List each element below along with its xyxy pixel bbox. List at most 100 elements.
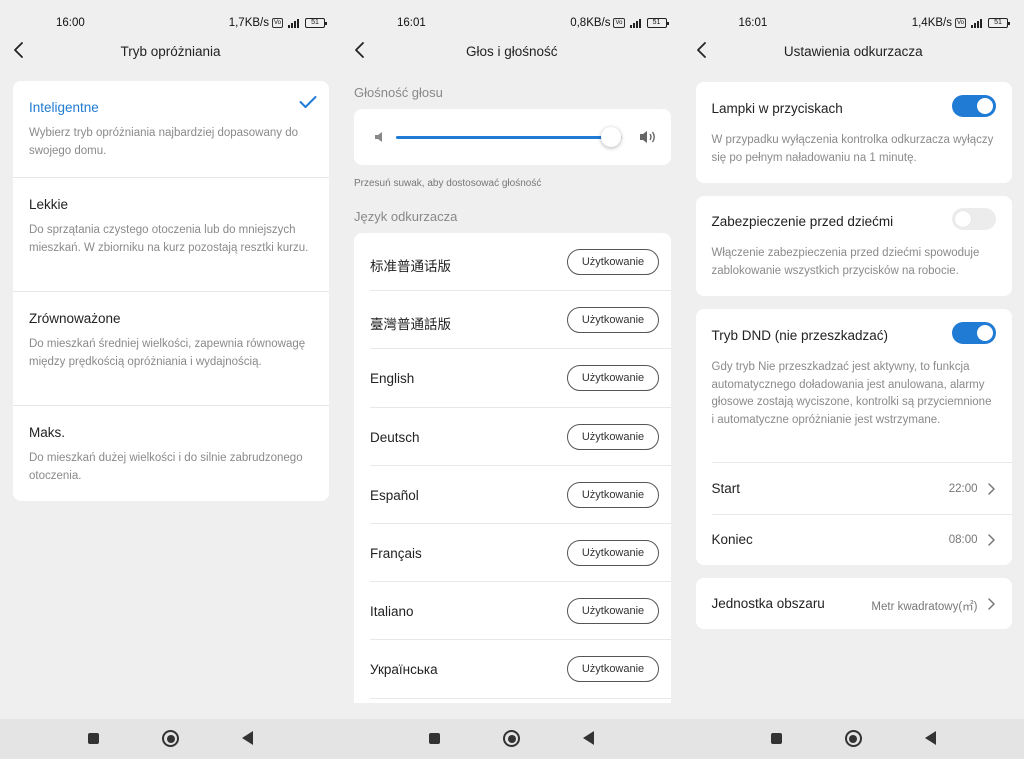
- recents-icon[interactable]: [429, 733, 440, 744]
- language-name: Українська: [370, 662, 438, 678]
- option-label: Maks.: [29, 425, 66, 440]
- volte-icon: Vo: [271, 18, 283, 28]
- area-unit-value: Metr kwadratowy(㎡): [871, 601, 978, 613]
- signal-icon: [971, 18, 982, 28]
- screen-vacuum-settings: 16:01 1,4KB/s Vo 51 Ustawienia odkurzacz…: [682, 0, 1024, 759]
- language-name: Español: [370, 487, 419, 503]
- status-time: 16:01: [738, 17, 768, 29]
- recents-icon[interactable]: [770, 733, 782, 744]
- system-nav-bar: [682, 719, 1024, 759]
- use-language-button[interactable]: Użytkowanie: [567, 307, 659, 334]
- volume-high-icon: [640, 131, 655, 143]
- chevron-right-icon: [987, 483, 995, 495]
- home-icon[interactable]: [844, 730, 862, 747]
- recents-icon[interactable]: [88, 733, 99, 744]
- status-time: 16:00: [56, 17, 85, 29]
- page-title: Tryb opróżniania: [120, 44, 221, 59]
- area-unit-label: Jednostka obszaru: [711, 596, 825, 611]
- volume-slider-fill: [396, 136, 611, 139]
- option-zrownowazone[interactable]: Zrównoważone Do mieszkań średniej wielko…: [13, 291, 329, 405]
- language-list: 标准普通话版 Użytkowanie 臺灣普通話版 Użytkowanie Engl…: [354, 233, 671, 703]
- use-language-button[interactable]: Użytkowanie: [567, 656, 659, 683]
- child-lock-title: Zabezpieczenie przed dziećmi: [711, 214, 894, 229]
- dnd-start-label: Start: [711, 481, 741, 496]
- option-label: Inteligentne: [29, 100, 99, 115]
- volte-icon: Vo: [954, 18, 966, 28]
- option-inteligentne[interactable]: Inteligentne Wybierz tryb opróżniania na…: [13, 81, 329, 177]
- dnd-toggle[interactable]: [951, 322, 996, 344]
- child-lock-toggle[interactable]: [951, 208, 996, 230]
- header: Głos i głośność: [341, 32, 683, 70]
- language-name: 标准普通话版: [370, 259, 451, 274]
- network-speed: 1,7KB/s: [228, 17, 269, 29]
- button-lights-card: Lampki w przyciskach W przypadku wyłącze…: [695, 82, 1012, 183]
- network-speed: 1,4KB/s: [911, 17, 952, 29]
- option-lekkie[interactable]: Lekkie Do sprzątania czystego otoczenia …: [13, 177, 329, 291]
- use-language-button[interactable]: Użytkowanie: [567, 423, 659, 450]
- language-row: Deutsch Użytkowanie: [370, 408, 671, 466]
- option-label: Lekkie: [29, 197, 69, 212]
- child-lock-card: Zabezpieczenie przed dziećmi Włączenie z…: [695, 196, 1012, 296]
- system-nav-bar: [0, 719, 341, 759]
- battery-icon: 51: [646, 18, 669, 28]
- dnd-start-row[interactable]: Start 22:00: [696, 463, 1012, 514]
- status-time: 16:01: [397, 17, 426, 29]
- chevron-right-icon: [987, 598, 995, 610]
- system-back-icon[interactable]: [242, 731, 253, 745]
- use-language-button[interactable]: Użytkowanie: [567, 598, 659, 625]
- volume-low-icon: [375, 132, 382, 142]
- toggle-knob: [954, 211, 971, 227]
- dnd-card: Tryb DND (nie przeszkadzać) Gdy tryb Nie…: [695, 309, 1012, 565]
- option-description: Do mieszkań dużej wielkości i do silnie …: [29, 452, 303, 482]
- use-language-button[interactable]: Użytkowanie: [567, 481, 659, 508]
- button-lights-title: Lampki w przyciskach: [711, 101, 843, 116]
- toggle-knob: [976, 325, 993, 341]
- language-row: Français Użytkowanie: [370, 524, 671, 583]
- dnd-end-value: 08:00: [948, 534, 978, 546]
- volte-icon: Vo: [613, 18, 625, 28]
- header: Ustawienia odkurzacza: [683, 32, 1024, 70]
- page-title: Ustawienia odkurzacza: [783, 44, 923, 59]
- language-row: Italiano Użytkowanie: [370, 582, 671, 641]
- dnd-title: Tryb DND (nie przeszkadzać): [711, 328, 889, 343]
- volume-section-label: Głośność głosu: [354, 85, 443, 100]
- child-lock-description: Włączenie zabezpieczenia przed dziećmi s…: [711, 247, 980, 277]
- chevron-right-icon: [987, 534, 995, 546]
- header: Tryb opróżniania: [0, 32, 341, 70]
- system-back-icon[interactable]: [924, 731, 936, 745]
- area-unit-card: Jednostka obszaru Metr kwadratowy(㎡): [695, 578, 1012, 629]
- status-indicators: 1,4KB/s Vo 51: [911, 17, 1010, 29]
- screen-voice-volume: 16:01 0,8KB/s Vo 51 Głos i głośność Głoś…: [341, 0, 683, 759]
- use-language-button[interactable]: Użytkowanie: [567, 249, 659, 275]
- status-indicators: 1,7KB/s Vo 51: [228, 17, 327, 29]
- dnd-description: Gdy tryb Nie przeszkadzać jest aktywny, …: [711, 361, 992, 426]
- volume-slider[interactable]: [396, 127, 622, 147]
- area-unit-row[interactable]: Jednostka obszaru Metr kwadratowy(㎡): [696, 578, 1012, 629]
- system-nav-bar: [341, 719, 683, 759]
- language-name: 臺灣普通話版: [370, 317, 451, 333]
- language-name: Deutsch: [370, 429, 420, 445]
- screen-empty-mode: 16:00 1,7KB/s Vo 51 Tryb opróżniania Int…: [0, 0, 341, 759]
- option-description: Wybierz tryb opróżniania najbardziej dop…: [29, 127, 299, 157]
- button-lights-description: W przypadku wyłączenia kontrolka odkurza…: [711, 134, 994, 164]
- network-speed: 0,8KB/s: [570, 17, 611, 29]
- volume-slider-thumb[interactable]: [600, 127, 621, 147]
- option-description: Do sprzątania czystego otoczenia lub do …: [29, 224, 309, 254]
- signal-icon: [629, 18, 641, 28]
- battery-icon: 51: [988, 18, 1010, 28]
- home-icon[interactable]: [503, 730, 520, 747]
- page-title: Głos i głośność: [465, 44, 558, 59]
- use-language-button[interactable]: Użytkowanie: [567, 539, 659, 566]
- checkmark-icon: [299, 96, 317, 108]
- home-icon[interactable]: [162, 730, 179, 747]
- use-language-button[interactable]: Użytkowanie: [567, 365, 659, 392]
- option-maks[interactable]: Maks. Do mieszkań dużej wielkości i do s…: [13, 405, 329, 501]
- volume-card: [354, 109, 671, 165]
- dnd-end-row[interactable]: Koniec 08:00: [696, 514, 1012, 565]
- system-back-icon[interactable]: [583, 731, 594, 745]
- language-name: Italiano: [370, 604, 414, 620]
- option-description: Do mieszkań średniej wielkości, zapewnia…: [29, 338, 306, 368]
- dnd-start-value: 22:00: [948, 483, 978, 495]
- language-row: Українська Użytkowanie: [370, 640, 671, 699]
- button-lights-toggle[interactable]: [951, 95, 996, 117]
